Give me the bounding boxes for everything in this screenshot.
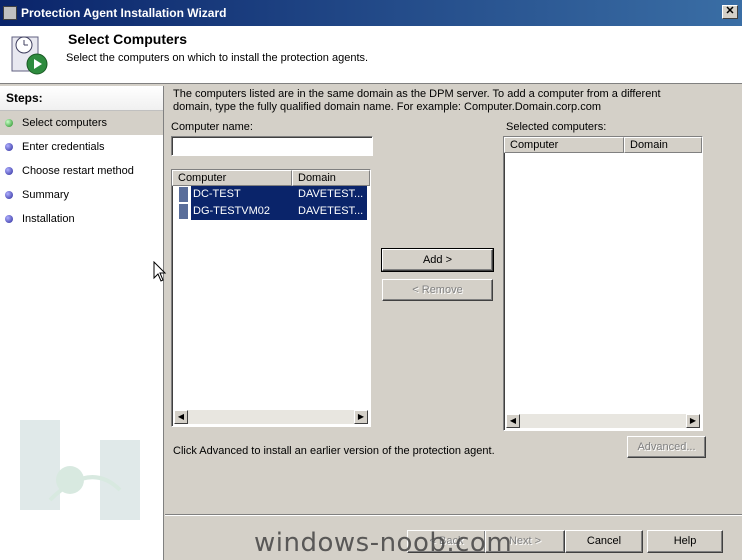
selected-computers-label: Selected computers: [506, 121, 607, 133]
step-label: Choose restart method [22, 165, 134, 177]
step-status-icon [5, 143, 13, 151]
scroll-left-icon[interactable]: ◀ [174, 410, 188, 424]
steps-label: Steps: [0, 86, 163, 111]
computer-name-input[interactable] [171, 136, 373, 156]
horizontal-scrollbar[interactable]: ◀ ▶ [174, 410, 368, 424]
row-computer: DC-TEST [191, 186, 292, 203]
row-domain: DAVETEST... [292, 186, 367, 203]
column-domain[interactable]: Domain [624, 137, 702, 153]
computer-name-label: Computer name: [171, 121, 253, 133]
clock-play-icon [11, 36, 48, 75]
server-graphic-icon [20, 420, 140, 520]
step-installation[interactable]: Installation [0, 207, 163, 231]
footer-divider [165, 514, 742, 516]
site-watermark: windows-noob.com [254, 528, 513, 558]
computer-icon [179, 187, 188, 202]
column-computer[interactable]: Computer [504, 137, 624, 153]
window-title: Protection Agent Installation Wizard [21, 6, 227, 20]
row-computer: DG-TESTVM02 [191, 203, 292, 220]
help-button[interactable]: Help [647, 530, 723, 553]
selected-computers-list[interactable]: Computer Domain ◀ ▶ [503, 136, 703, 431]
table-row[interactable]: DC-TEST DAVETEST... [172, 186, 370, 203]
mouse-cursor-icon [153, 261, 167, 282]
column-computer[interactable]: Computer [172, 170, 292, 186]
scroll-right-icon[interactable]: ▶ [686, 414, 700, 428]
wizard-header: Select Computers Select the computers on… [0, 26, 742, 84]
advanced-note: Click Advanced to install an earlier ver… [173, 445, 495, 457]
step-label: Installation [22, 213, 75, 225]
advanced-button[interactable]: Advanced... [627, 436, 706, 458]
page-title: Select Computers [68, 31, 188, 47]
step-status-icon [5, 119, 13, 127]
steps-panel: Steps: Select computers Enter credential… [0, 86, 164, 560]
step-status-icon [5, 191, 13, 199]
add-button[interactable]: Add > [381, 248, 494, 272]
list-header: Computer Domain [504, 137, 702, 153]
step-summary[interactable]: Summary [0, 183, 163, 207]
step-select-computers[interactable]: Select computers [0, 111, 163, 135]
scroll-right-icon[interactable]: ▶ [354, 410, 368, 424]
scroll-left-icon[interactable]: ◀ [506, 414, 520, 428]
computer-icon [179, 204, 188, 219]
cancel-button[interactable]: Cancel [565, 530, 643, 553]
step-label: Enter credentials [22, 141, 105, 153]
horizontal-scrollbar[interactable]: ◀ ▶ [506, 414, 700, 428]
list-header: Computer Domain [172, 170, 370, 186]
title-bar: Protection Agent Installation Wizard ✕ [0, 0, 742, 26]
app-icon [3, 6, 17, 20]
step-status-icon [5, 167, 13, 175]
table-row[interactable]: DG-TESTVM02 DAVETEST... [172, 203, 370, 220]
row-domain: DAVETEST... [292, 203, 367, 220]
step-status-icon [5, 215, 13, 223]
column-domain[interactable]: Domain [292, 170, 370, 186]
main-panel: The computers listed are in the same dom… [165, 86, 742, 560]
remove-button[interactable]: < Remove [382, 279, 493, 301]
step-label: Summary [22, 189, 70, 201]
available-computers-list[interactable]: Computer Domain DC-TEST DAVETEST... DG-T… [171, 169, 371, 427]
step-choose-restart-method[interactable]: Choose restart method [0, 159, 163, 183]
info-text: The computers listed are in the same dom… [173, 88, 661, 113]
page-subtitle: Select the computers on which to install… [66, 52, 369, 64]
step-enter-credentials[interactable]: Enter credentials [0, 135, 163, 159]
step-label: Select computers [22, 117, 107, 129]
close-button[interactable]: ✕ [722, 5, 738, 19]
